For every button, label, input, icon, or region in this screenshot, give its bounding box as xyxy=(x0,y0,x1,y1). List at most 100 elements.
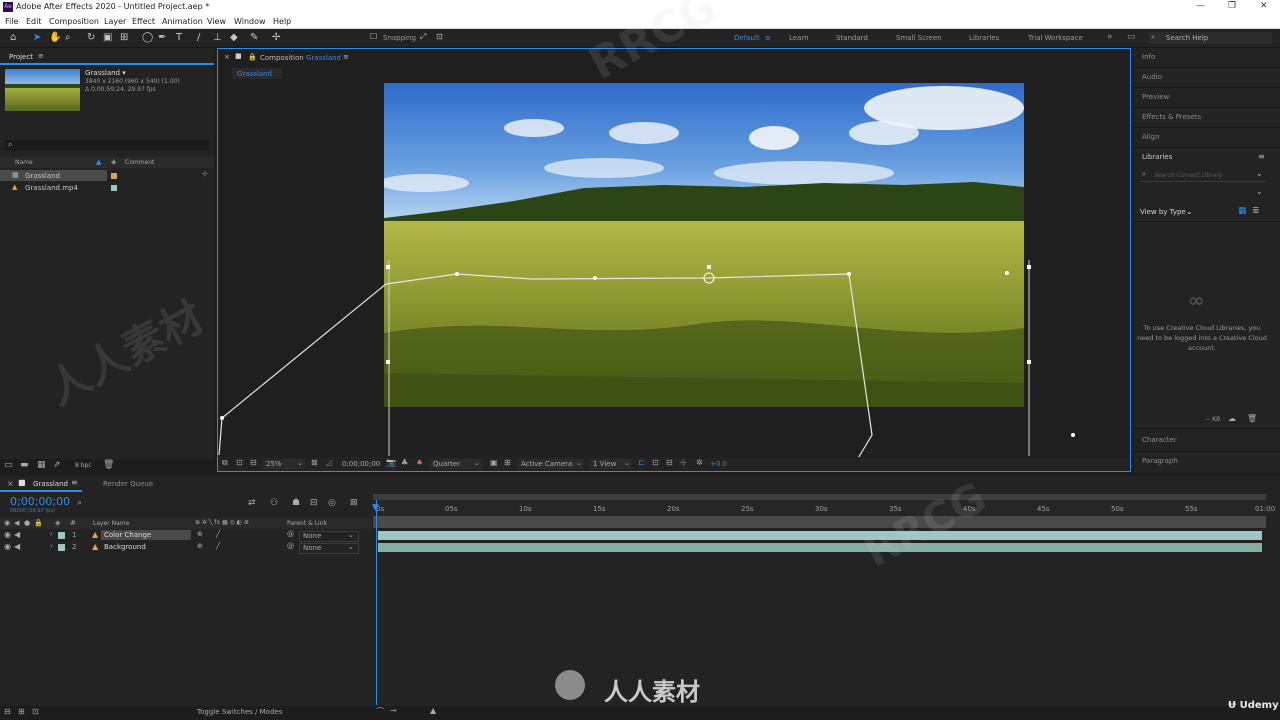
label-tag-icon[interactable]: ◈ xyxy=(111,158,116,166)
snapping-checkbox[interactable]: ☐ xyxy=(370,32,377,41)
sort-ascending-icon[interactable]: ▲ xyxy=(96,158,101,166)
timeline-menu-icon[interactable]: ≡ xyxy=(71,478,78,487)
expand-chevron-icon[interactable]: › xyxy=(50,530,53,538)
minimize-icon[interactable]: — xyxy=(1196,1,1205,11)
project-menu-icon[interactable]: ≡ xyxy=(38,52,44,60)
lock-switch-icon[interactable]: 🔒 xyxy=(34,519,43,527)
brush-tool-icon[interactable]: / xyxy=(197,32,200,43)
parent-link-column[interactable]: Parent & Link xyxy=(287,520,327,527)
show-snapshot-icon[interactable]: ♣ xyxy=(401,458,408,467)
timeline-comp-tab[interactable]: Grassland xyxy=(33,480,68,488)
maximize-icon[interactable]: ❐ xyxy=(1228,1,1236,11)
render-queue-tab[interactable]: Render Queue xyxy=(103,480,153,488)
workspace-default[interactable]: Default xyxy=(734,34,760,42)
layer-name[interactable]: Background xyxy=(104,543,146,551)
roto-brush-icon[interactable]: ✎ xyxy=(250,32,258,43)
label-color-swatch[interactable] xyxy=(58,532,65,539)
comp-breadcrumb[interactable]: Grassland xyxy=(232,68,282,79)
switches-column-icons[interactable]: ⊕ ✲ ╲ fx ▦ ◎ ◐ ⊛ xyxy=(195,519,249,526)
bpc-label[interactable]: 8 bpc xyxy=(75,462,92,469)
project-search-input[interactable]: ⌕ xyxy=(5,140,209,151)
paragraph-tab[interactable]: Paragraph xyxy=(1142,457,1178,465)
layer-track-bar[interactable] xyxy=(378,531,1262,540)
align-tab[interactable]: Align xyxy=(1142,133,1160,141)
preview-tab[interactable]: Preview xyxy=(1142,93,1169,101)
camera-dropdown[interactable]: Active Camera ⌄ xyxy=(518,459,584,469)
label-color-swatch[interactable] xyxy=(111,185,117,191)
channel-icon[interactable]: ♠ xyxy=(416,458,423,467)
video-switch-icon[interactable]: ◉ xyxy=(4,519,10,527)
libraries-tab[interactable]: Libraries xyxy=(1142,153,1172,161)
menu-layer[interactable]: Layer xyxy=(104,17,126,26)
timeline-timecode[interactable]: 0;00;00;00 xyxy=(10,495,70,508)
eraser-tool-icon[interactable]: ◆ xyxy=(230,32,238,43)
current-time-indicator[interactable] xyxy=(376,500,377,705)
close-timeline-icon[interactable]: × xyxy=(7,479,14,488)
layer-name[interactable]: Color Change xyxy=(104,531,151,539)
view-layout-dropdown[interactable]: 1 View ⌄ xyxy=(590,459,632,469)
toggle-switches-modes[interactable]: Toggle Switches / Modes xyxy=(197,708,282,716)
effects-presets-tab[interactable]: Effects & Presets xyxy=(1142,113,1201,121)
shy-switch-icon[interactable]: ⊕ xyxy=(197,542,203,550)
screen-icon[interactable]: ▭ xyxy=(1127,32,1136,42)
snapshot-icon[interactable]: 📷 xyxy=(386,458,396,467)
library-search-input[interactable]: ⌕ Search Current Library ⌄ xyxy=(1140,169,1266,182)
eye-icon[interactable]: ◉ xyxy=(4,530,11,539)
pick-whip-icon[interactable]: @ xyxy=(287,530,294,538)
menu-composition[interactable]: Composition xyxy=(49,17,99,26)
region-icon[interactable]: ⊟ xyxy=(250,458,257,467)
viewer-timecode[interactable]: 0;00;00;00 xyxy=(342,460,380,468)
shy-switch-icon[interactable]: ⊕ xyxy=(197,530,203,538)
layer-name-column[interactable]: Layer Name xyxy=(93,520,129,527)
col-name[interactable]: Name xyxy=(15,159,33,166)
layer-switches-icon[interactable]: ⊟ xyxy=(4,707,11,716)
layer-track-bar[interactable] xyxy=(378,543,1262,552)
transfer-controls-icon[interactable]: ⊞ xyxy=(18,707,25,716)
home-icon[interactable]: ⌂ xyxy=(10,32,16,43)
pen-tool-icon[interactable]: ✒ xyxy=(158,32,166,43)
quality-switch-icon[interactable]: ╱ xyxy=(216,542,220,550)
cloud-sync-icon[interactable]: ☁ xyxy=(1228,414,1236,423)
puppet-tool-icon[interactable]: ✢ xyxy=(272,32,280,43)
transparency-grid-icon[interactable]: ⊞ xyxy=(504,458,511,467)
toggle-pixel-aspect-icon[interactable]: ⊏ xyxy=(638,458,645,467)
view-by-type-dropdown[interactable]: View by Type xyxy=(1140,208,1186,216)
new-folder-icon[interactable]: ▬ xyxy=(20,460,29,470)
label-color-swatch[interactable] xyxy=(111,173,117,179)
solo-switch-icon[interactable]: ● xyxy=(24,519,30,527)
project-item-name[interactable]: Grassland.mp4 xyxy=(25,184,78,192)
libraries-menu-icon[interactable]: ≡ xyxy=(1258,152,1265,161)
trash-icon[interactable]: 🗑 xyxy=(1247,414,1257,423)
chevron-down-icon[interactable]: ⌄ xyxy=(1256,187,1263,196)
graph-editor-icon[interactable]: ⊠ xyxy=(350,498,358,508)
pin-icon[interactable]: ⇗ xyxy=(53,460,61,470)
exposure-reset-icon[interactable]: ✲ xyxy=(696,458,703,467)
number-column-icon[interactable]: # xyxy=(70,519,76,527)
magnify-icon[interactable]: ⊡ xyxy=(236,458,243,467)
menu-animation[interactable]: Animation xyxy=(162,17,203,26)
speaker-icon[interactable]: ◀ xyxy=(14,542,20,551)
trash-icon[interactable]: 🗑 xyxy=(103,460,114,470)
lock-icon[interactable]: 🔒 xyxy=(248,53,257,61)
region-of-interest-icon[interactable]: ▣ xyxy=(490,458,498,467)
draft-3d-icon[interactable]: ⚇ xyxy=(270,498,278,508)
motion-blur-icon[interactable]: ◎ xyxy=(328,498,336,508)
workspace-trial[interactable]: Trial Workspace xyxy=(1028,34,1083,42)
table-row[interactable]: ◉ ◀ › 2 ▲ Background ⊕ ╱ @ None ⌄ xyxy=(0,542,372,554)
menu-view[interactable]: View xyxy=(207,17,226,26)
workspace-standard[interactable]: Standard xyxy=(836,34,868,42)
snap-grid-icon[interactable]: ⊡ xyxy=(436,32,443,41)
composition-menu-icon[interactable]: ≡ xyxy=(343,53,349,61)
label-color-swatch[interactable] xyxy=(58,544,65,551)
more-workspaces-icon[interactable]: » xyxy=(1107,32,1113,42)
menu-edit[interactable]: Edit xyxy=(26,17,42,26)
expand-chevron-icon[interactable]: › xyxy=(50,542,53,550)
workspace-small-screen[interactable]: Small Screen xyxy=(896,34,942,42)
workspace-menu-icon[interactable]: ≡ xyxy=(765,34,771,42)
zoom-out-icon[interactable]: ⌒ xyxy=(376,706,384,717)
new-composition-icon[interactable]: ▦ xyxy=(37,460,46,470)
eye-icon[interactable]: ◉ xyxy=(4,542,11,551)
resolution-dropdown[interactable]: Quarter ⌄ xyxy=(430,459,482,469)
audio-switch-icon[interactable]: ◀ xyxy=(14,519,19,527)
menu-help[interactable]: Help xyxy=(273,17,291,26)
